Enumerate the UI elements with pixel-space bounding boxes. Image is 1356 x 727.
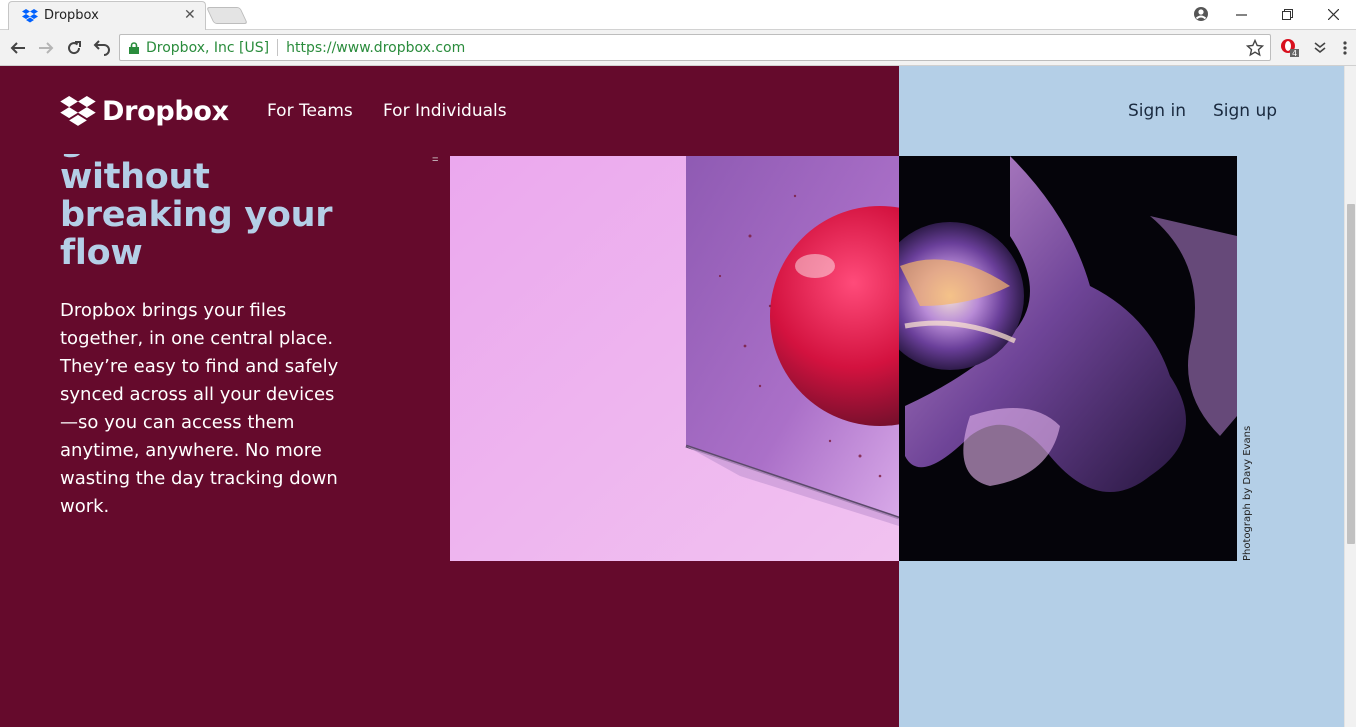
dropbox-favicon-icon	[22, 8, 38, 24]
headline-line: without	[60, 157, 210, 197]
sign-in-link[interactable]: Sign in	[1128, 101, 1186, 121]
dropbox-logo-link[interactable]: Dropbox	[60, 96, 229, 127]
headline-line: flow	[60, 233, 143, 273]
arrow-right-icon	[39, 42, 54, 54]
new-tab-button[interactable]	[206, 7, 248, 24]
menu-kebab-icon[interactable]	[1336, 39, 1354, 57]
reload-icon	[68, 41, 81, 55]
close-window-button[interactable]	[1310, 0, 1356, 28]
lock-icon	[129, 41, 139, 54]
profile-icon[interactable]	[1193, 6, 1209, 22]
restore-button[interactable]	[1264, 0, 1310, 28]
reload-button[interactable]	[63, 37, 85, 59]
site-identity[interactable]: Dropbox, Inc [US]	[146, 40, 269, 56]
extension-badge: 4	[1292, 49, 1297, 58]
minimize-button[interactable]	[1218, 0, 1264, 28]
undo-close-button[interactable]	[91, 37, 113, 59]
address-bar[interactable]: Dropbox, Inc [US] https://www.dropbox.co…	[119, 34, 1271, 61]
page-viewport: Dropbox For Teams For Individuals Sign i…	[0, 66, 1356, 727]
sign-up-link[interactable]: Sign up	[1213, 101, 1277, 121]
url-text[interactable]: https://www.dropbox.com	[286, 40, 465, 56]
decorative-mark: =	[432, 154, 439, 166]
hero-body-copy: Dropbox brings your files together, in o…	[60, 300, 339, 517]
tab-title: Dropbox	[44, 8, 99, 23]
nav-for-individuals[interactable]: For Individuals	[383, 101, 507, 121]
dropbox-logo-icon	[60, 96, 96, 126]
hero-artwork-image	[450, 156, 1237, 561]
photo-credit: Photograph by Davy Evans	[1242, 425, 1253, 561]
browser-tab-content[interactable]: Dropbox	[22, 2, 200, 29]
forward-button[interactable]	[35, 37, 57, 59]
tab-strip: Dropbox ✕	[0, 0, 1356, 30]
headline-line: breaking your	[60, 195, 333, 235]
arrow-left-icon	[10, 42, 25, 54]
undo-icon	[93, 40, 110, 56]
page-scrollbar[interactable]	[1344, 66, 1356, 727]
scrollbar-thumb[interactable]	[1347, 204, 1355, 544]
bookmark-star-icon[interactable]	[1246, 39, 1264, 57]
close-tab-icon[interactable]: ✕	[184, 7, 196, 21]
chevron-down-double-icon[interactable]	[1311, 39, 1329, 57]
nav-for-teams[interactable]: For Teams	[267, 101, 353, 121]
back-button[interactable]	[7, 37, 29, 59]
browser-toolbar: Dropbox, Inc [US] https://www.dropbox.co…	[0, 30, 1356, 66]
hero-headline: g without breaking your flow	[60, 154, 440, 278]
brand-wordmark: Dropbox	[102, 96, 229, 127]
opera-extension-icon[interactable]: 4	[1280, 38, 1300, 58]
